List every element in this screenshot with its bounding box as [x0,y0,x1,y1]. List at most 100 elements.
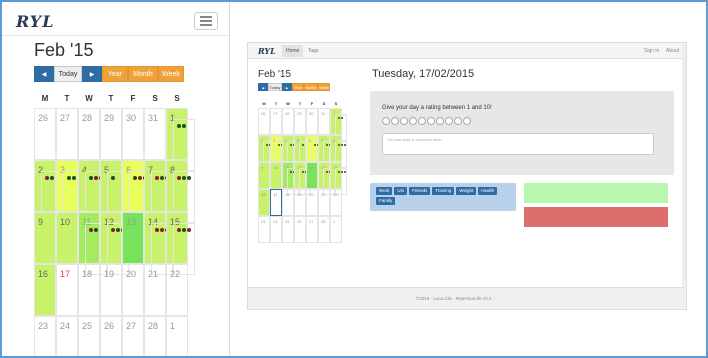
calendar-day[interactable]: 14 [144,212,173,275]
calendar-day[interactable]: 1 [330,108,347,141]
calendar-day[interactable]: 1 [330,216,342,243]
comment-input[interactable]: You can write a comment here! [382,133,654,155]
calendar-day[interactable]: 21 [144,264,166,316]
calendar-day[interactable]: 29 [294,108,306,135]
calendar-day[interactable]: 15 [166,212,195,275]
next-button[interactable]: ▶ [282,83,292,91]
nav-about[interactable]: About [666,45,679,57]
calendar-day[interactable]: 7 [144,160,173,223]
calendar-day[interactable]: 16 [258,189,270,216]
calendar-day[interactable]: 23 [258,216,270,243]
calendar-day[interactable]: 3 [270,135,287,168]
calendar-day[interactable]: 28 [78,108,100,160]
calendar-day[interactable]: 8 [330,135,347,168]
app-logo[interactable]: RYL [258,46,276,56]
calendar-day[interactable]: 2 [34,160,63,223]
negative-drop-zone[interactable] [524,207,668,227]
star-icon[interactable] [463,117,471,125]
tag-chip[interactable]: Friends [409,187,431,195]
star-icon[interactable] [382,117,390,125]
star-icon[interactable] [400,117,408,125]
star-icon[interactable] [391,117,399,125]
calendar-day[interactable]: 28 [282,108,294,135]
nav-home[interactable]: Home [282,45,304,57]
calendar-day[interactable]: 13 [122,212,144,264]
calendar-day[interactable]: 26 [34,108,56,160]
next-button[interactable]: ▶ [82,66,102,82]
calendar-day[interactable]: 25 [78,316,100,356]
year-view-button[interactable]: Year [292,83,304,91]
app-logo[interactable]: RYL [16,12,54,31]
tag-chip[interactable]: Weight [456,187,477,195]
calendar-day[interactable]: 27 [270,108,282,135]
calendar-day[interactable]: 15 [330,162,347,195]
calendar-day[interactable]: 20 [306,189,318,216]
calendar-day[interactable]: 19 [294,189,306,216]
calendar-day[interactable]: 12 [294,162,311,195]
calendar-day[interactable]: 2 [258,135,275,168]
calendar-day[interactable]: 26 [294,216,306,243]
nav-signin[interactable]: Sign in [644,45,659,57]
calendar-day[interactable]: 7 [318,135,335,168]
star-icon[interactable] [427,117,435,125]
calendar-day[interactable]: 24 [270,216,282,243]
star-icon[interactable] [445,117,453,125]
tag-chip[interactable]: Training [432,187,455,195]
scrollbar[interactable] [682,43,686,309]
month-view-button[interactable]: Month [128,66,158,82]
tag-chip[interactable]: Family [376,197,396,205]
tag-chip[interactable]: Work [376,187,393,195]
calendar-day[interactable]: 4 [78,160,107,223]
calendar-day[interactable]: 11 [78,212,107,275]
calendar-day[interactable]: 9 [34,212,56,264]
calendar-day[interactable]: 26 [100,316,122,356]
calendar-day[interactable]: 30 [122,108,144,160]
calendar-day[interactable]: 28 [318,216,330,243]
calendar-day[interactable]: 23 [34,316,56,356]
star-icon[interactable] [454,117,462,125]
week-view-button[interactable]: Week [158,66,184,82]
calendar-day[interactable]: 12 [100,212,129,275]
month-view-button[interactable]: Month [304,83,318,91]
calendar-day[interactable]: 30 [306,108,318,135]
calendar-day[interactable]: 19 [100,264,122,316]
calendar-day[interactable]: 10 [270,162,282,189]
star-icon[interactable] [436,117,444,125]
week-view-button[interactable]: Week [318,83,330,91]
calendar-day[interactable]: 1 [166,316,188,356]
calendar-day[interactable]: 9 [258,162,270,189]
calendar-day[interactable]: 5 [294,135,311,168]
calendar-day[interactable]: 25 [282,216,294,243]
calendar-day[interactable]: 31 [318,108,330,135]
calendar-day[interactable]: 29 [100,108,122,160]
calendar-day[interactable]: 24 [56,316,78,356]
calendar-day[interactable]: 8 [166,160,195,223]
calendar-day[interactable]: 20 [122,264,144,316]
calendar-day[interactable]: 28 [144,316,166,356]
calendar-day[interactable]: 18 [282,189,294,216]
calendar-day[interactable]: 27 [306,216,318,243]
calendar-day[interactable]: 6 [306,135,323,168]
star-icon[interactable] [418,117,426,125]
calendar-day[interactable]: 4 [282,135,299,168]
nav-tags[interactable]: Tags [304,45,323,57]
tag-chip[interactable]: Uni [394,187,408,195]
calendar-day[interactable]: 11 [282,162,299,195]
calendar-day[interactable]: 17 [56,264,78,316]
calendar-day[interactable]: 18 [78,264,100,316]
calendar-day[interactable]: 1 [166,108,195,171]
calendar-day[interactable]: 31 [144,108,166,160]
calendar-day[interactable]: 17 [270,189,282,216]
calendar-day[interactable]: 3 [56,160,85,223]
year-view-button[interactable]: Year [102,66,128,82]
calendar-day[interactable]: 21 [318,189,330,216]
calendar-day[interactable]: 26 [258,108,270,135]
hamburger-menu-button[interactable] [194,12,218,30]
prev-button[interactable]: ◀ [34,66,54,82]
today-button[interactable]: Today [268,83,282,91]
star-icon[interactable] [409,117,417,125]
calendar-day[interactable]: 27 [122,316,144,356]
calendar-day[interactable]: 6 [122,160,151,223]
calendar-day[interactable]: 16 [34,264,56,316]
calendar-day[interactable]: 14 [318,162,335,195]
